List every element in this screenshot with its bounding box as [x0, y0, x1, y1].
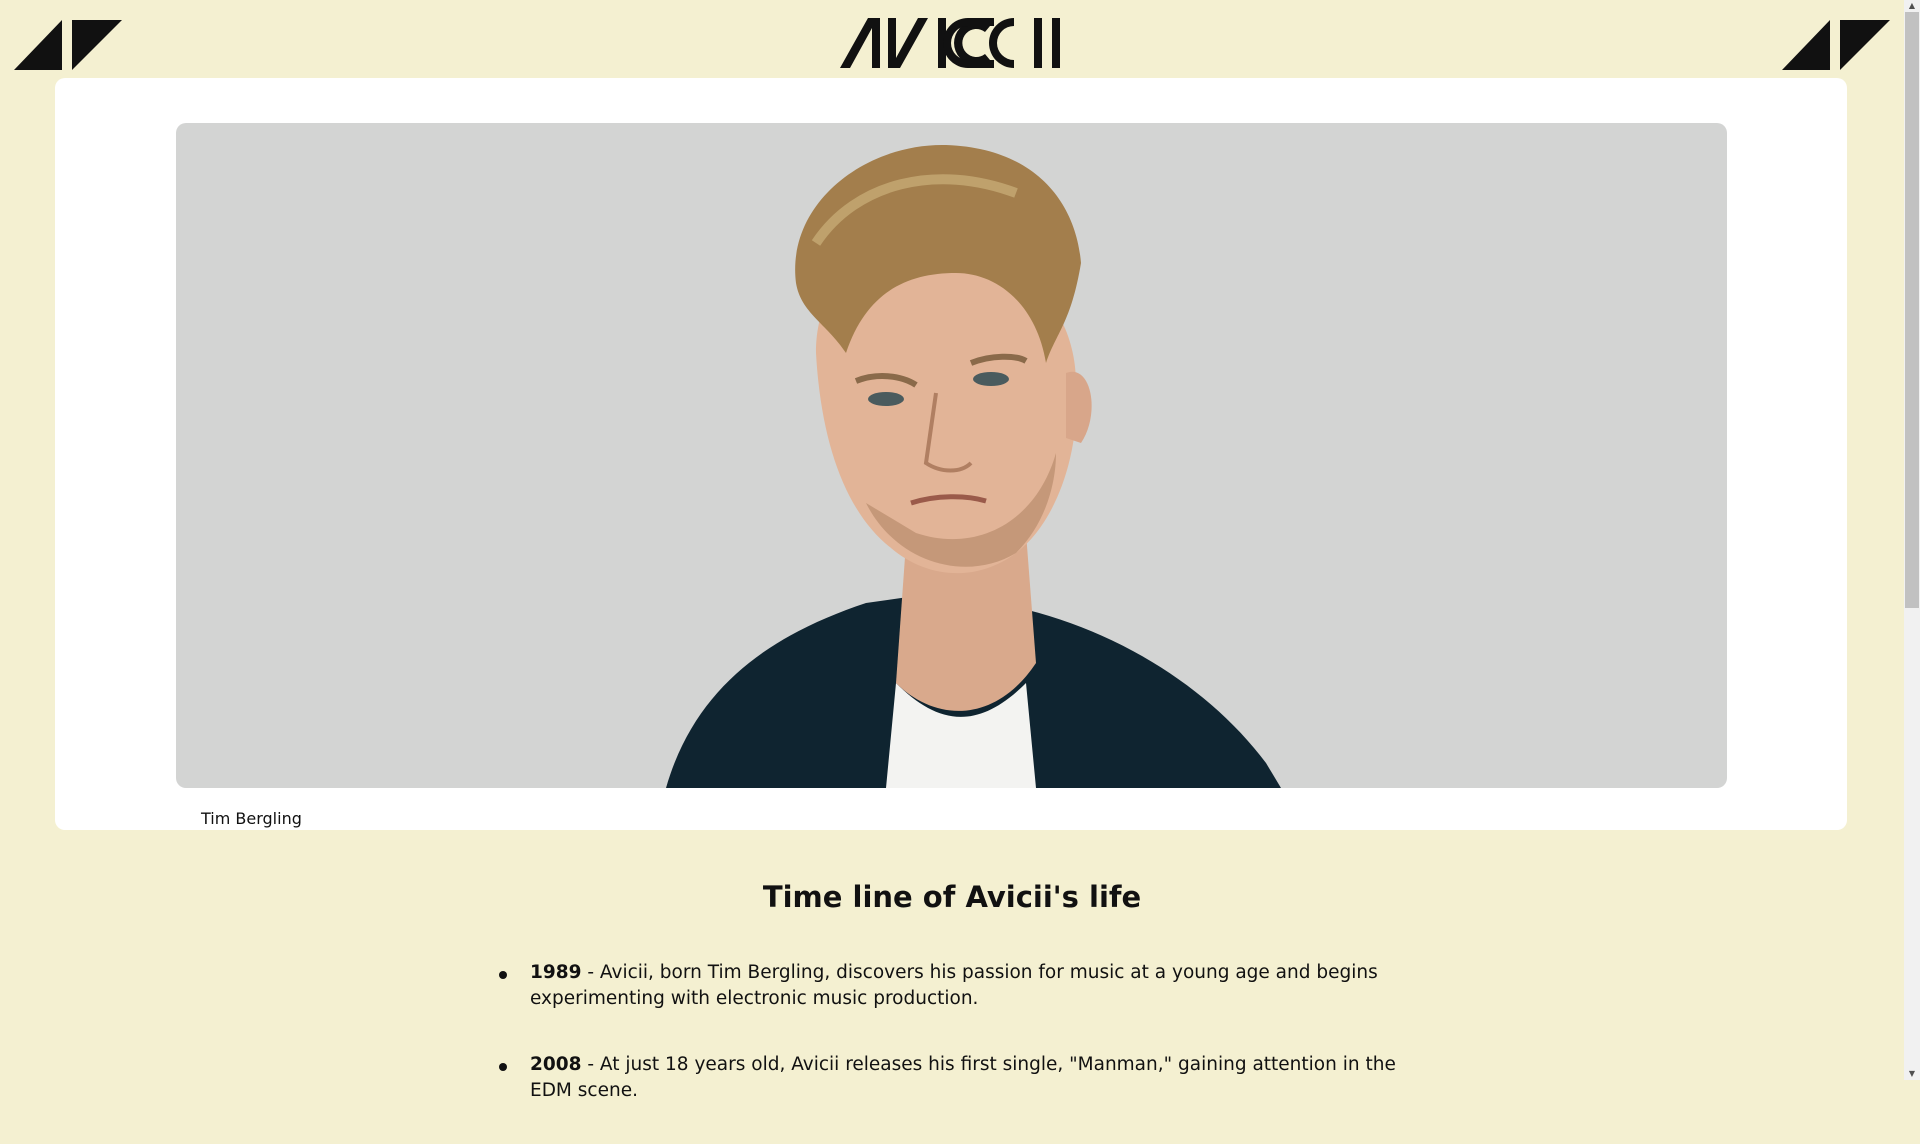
- timeline-title: Time line of Avicii's life: [762, 880, 1142, 914]
- timeline-text: - At just 18 years old, Avicii releases …: [530, 1054, 1396, 1101]
- timeline-year: 2008: [530, 1054, 582, 1075]
- bullet-icon: [499, 971, 507, 979]
- avicii-triangle-logo-icon[interactable]: [1782, 20, 1890, 70]
- photo-caption: Tim Bergling: [201, 809, 302, 828]
- scroll-down-icon[interactable]: ▼: [1904, 1068, 1920, 1080]
- portrait-photo: [176, 123, 1727, 788]
- list-item: 2008 - At just 18 years old, Avicii rele…: [499, 1052, 1430, 1104]
- timeline-list: 1989 - Avicii, born Tim Bergling, discov…: [499, 960, 1430, 1144]
- scrollbar-thumb[interactable]: [1905, 12, 1919, 608]
- timeline-text: - Avicii, born Tim Bergling, discovers h…: [530, 962, 1378, 1009]
- vertical-scrollbar[interactable]: ▲ ▼: [1904, 0, 1920, 1080]
- page: Tim Bergling Time line of Avicii's life …: [0, 0, 1904, 1101]
- timeline-year: 1989: [530, 962, 582, 983]
- hero-card: Tim Bergling: [55, 78, 1847, 830]
- bullet-icon: [499, 1063, 507, 1071]
- avicii-triangle-logo-icon[interactable]: [14, 20, 122, 70]
- list-item: 1989 - Avicii, born Tim Bergling, discov…: [499, 960, 1430, 1012]
- avicii-wordmark-logo[interactable]: [840, 16, 1062, 70]
- scroll-up-icon[interactable]: ▲: [1904, 0, 1920, 12]
